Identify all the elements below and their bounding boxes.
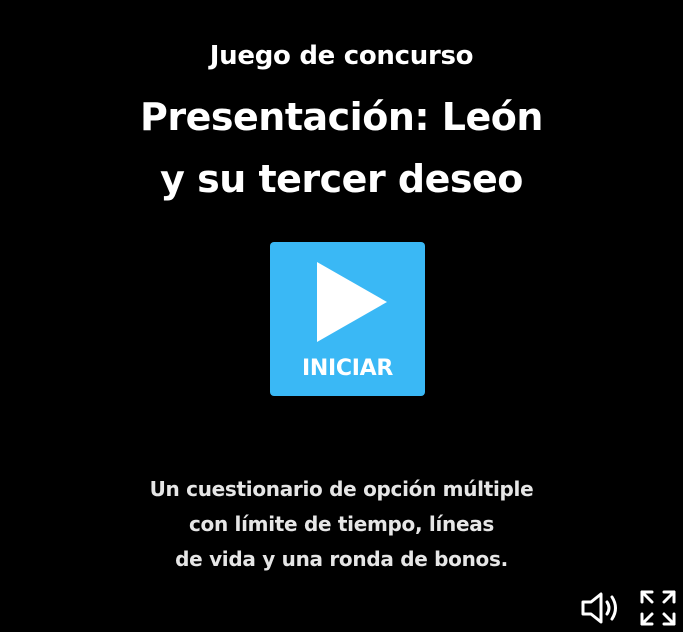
start-button-label: INICIAR xyxy=(302,356,393,381)
fullscreen-expand-icon xyxy=(640,590,676,626)
game-intro-screen: Juego de concurso Presentación: León y s… xyxy=(0,0,683,630)
description-line: de vida y una ronda de bonos. xyxy=(175,547,508,571)
description-line: Un cuestionario de opción múltiple xyxy=(149,477,534,501)
fullscreen-button[interactable] xyxy=(638,588,678,628)
presentation-title: Presentación: León y su tercer deseo xyxy=(0,86,683,210)
description-line: con límite de tiempo, líneas xyxy=(188,512,495,536)
title-line: y su tercer deseo xyxy=(160,157,523,201)
speaker-volume-icon xyxy=(581,592,617,624)
volume-button[interactable] xyxy=(578,590,622,626)
start-button[interactable]: INICIAR xyxy=(270,242,425,396)
play-icon xyxy=(317,262,387,342)
title-line: Presentación: León xyxy=(140,95,543,139)
game-type-subtitle: Juego de concurso xyxy=(209,41,474,71)
game-description: Un cuestionario de opción múltiple con l… xyxy=(0,472,683,577)
